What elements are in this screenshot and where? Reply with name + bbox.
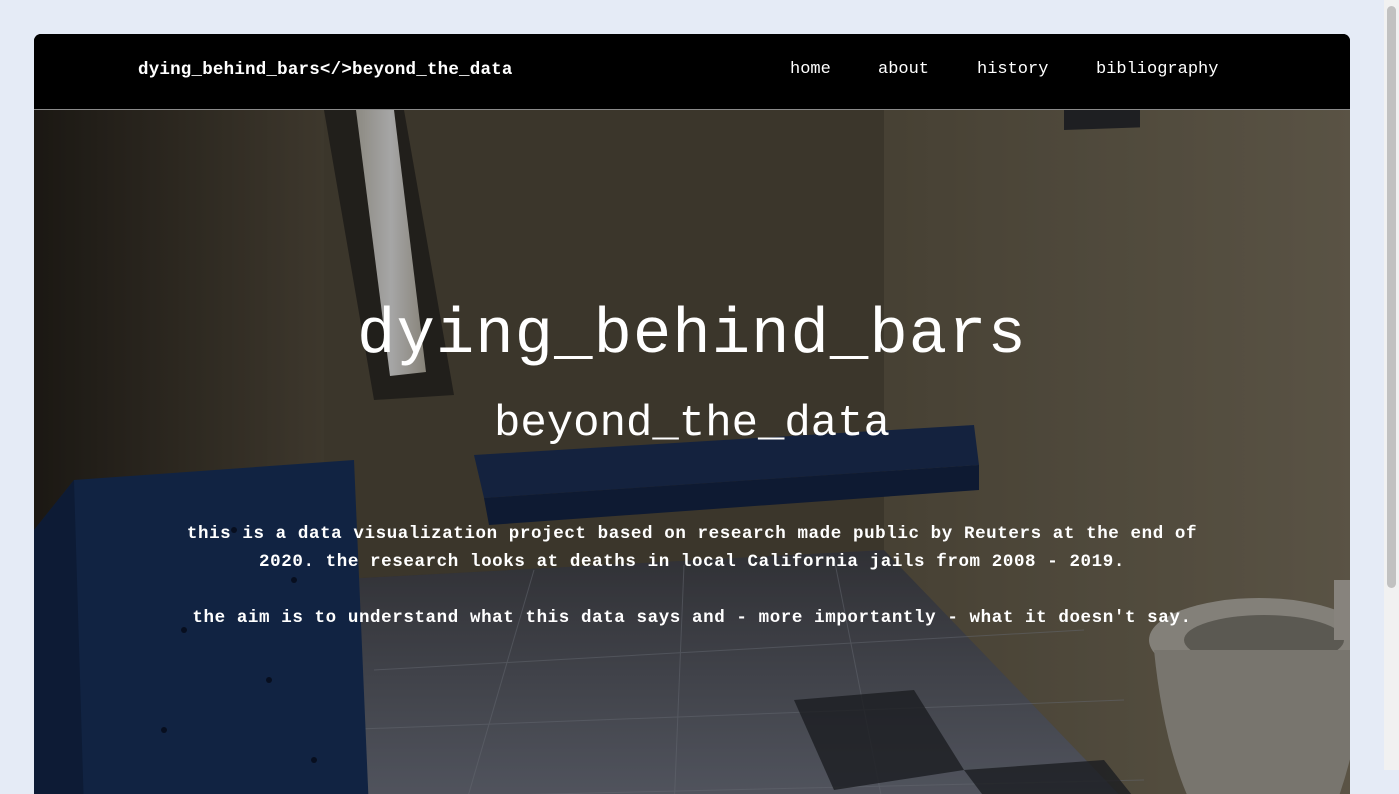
- hero-section: dying_behind_bars beyond_the_data this i…: [34, 110, 1350, 794]
- nav-link-home[interactable]: home: [790, 60, 831, 79]
- nav-link-bibliography[interactable]: bibliography: [1096, 60, 1218, 79]
- page-scrollbar[interactable]: [1384, 0, 1399, 770]
- browser-page-frame: dying_behind_bars</>beyond_the_data home…: [34, 34, 1350, 794]
- hero-description: this is a data visualization project bas…: [186, 524, 1198, 572]
- hero-subtitle: beyond_the_data: [493, 399, 891, 449]
- scrollbar-thumb[interactable]: [1387, 6, 1396, 588]
- nav-link-history[interactable]: history: [977, 60, 1048, 79]
- hero-dark-overlay: [34, 110, 1350, 794]
- hero-aim-statement: the aim is to understand what this data …: [192, 608, 1192, 628]
- nav-link-about[interactable]: about: [878, 60, 929, 79]
- nav-links: home about history bibliography: [34, 60, 1350, 84]
- hero-title: dying_behind_bars: [357, 300, 1027, 372]
- navbar: dying_behind_bars</>beyond_the_data home…: [34, 34, 1350, 110]
